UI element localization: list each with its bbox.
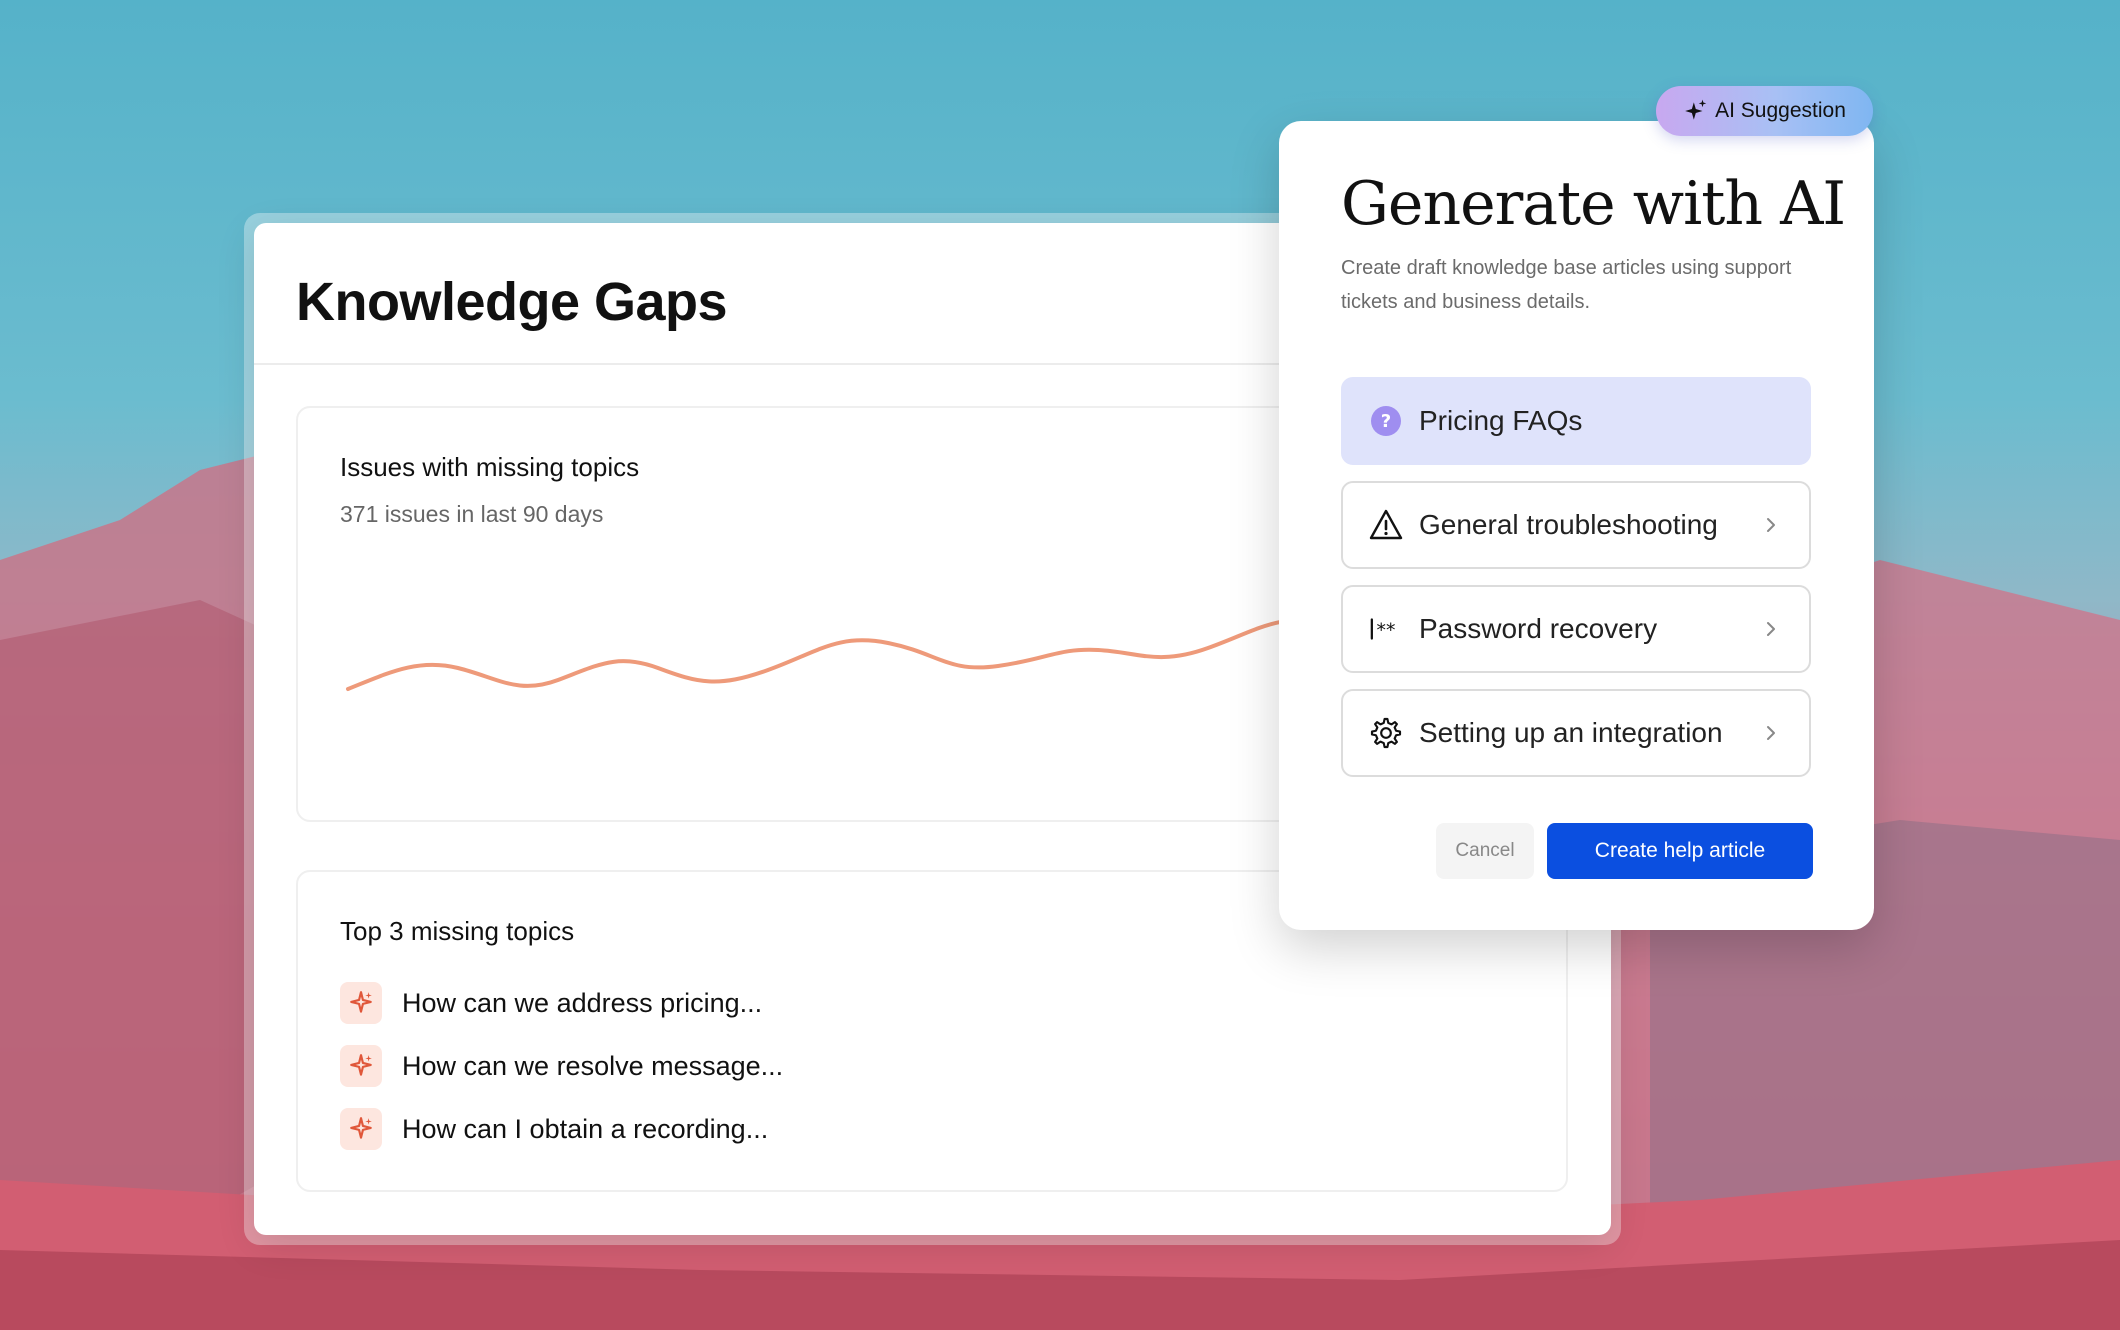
page-title: Knowledge Gaps	[296, 272, 728, 332]
chevron-right-icon	[1767, 622, 1775, 636]
sparkle-icon	[1685, 99, 1707, 120]
option-label: Pricing FAQs	[1419, 405, 1583, 436]
list-item[interactable]: How can we address pricing...	[340, 981, 762, 1025]
option-setting-up-integration[interactable]: Setting up an integration	[1341, 689, 1811, 777]
password-icon: **	[1369, 612, 1403, 646]
svg-text:**: **	[1377, 620, 1396, 642]
ai-suggestion-label: AI Suggestion	[1715, 99, 1846, 122]
list-item[interactable]: How can I obtain a recording...	[340, 1107, 768, 1151]
dialog-title: Generate with AI	[1341, 169, 1846, 239]
option-label: Password recovery	[1419, 613, 1658, 644]
question-circle-icon: ?	[1369, 404, 1403, 438]
gear-icon	[1369, 716, 1403, 750]
missing-topics-title: Top 3 missing topics	[340, 916, 575, 946]
dialog-description: Create draft knowledge base articles usi…	[1341, 257, 1792, 313]
topic-label: How can we address pricing...	[402, 987, 763, 1018]
option-label: Setting up an integration	[1419, 717, 1723, 748]
create-help-article-button[interactable]: Create help article	[1547, 823, 1813, 879]
ai-suggestion-badge: AI Suggestion	[1656, 86, 1873, 136]
cancel-button[interactable]: Cancel	[1436, 823, 1534, 879]
sparkle-icon	[340, 982, 382, 1024]
topic-label: How can I obtain a recording...	[402, 1113, 769, 1144]
option-password-recovery[interactable]: ** Password recovery	[1341, 585, 1811, 673]
chevron-right-icon	[1767, 726, 1775, 740]
chevron-right-icon	[1767, 518, 1775, 532]
svg-text:?: ?	[1381, 411, 1391, 432]
option-pricing-faqs[interactable]: ? Pricing FAQs	[1341, 377, 1811, 465]
topic-label: How can we resolve message...	[402, 1050, 784, 1081]
sparkle-icon	[340, 1108, 382, 1150]
generate-ai-dialog: Generate with AI Create draft knowledge …	[1279, 121, 1874, 930]
option-general-troubleshooting[interactable]: General troubleshooting	[1341, 481, 1811, 569]
warning-triangle-icon	[1369, 508, 1403, 542]
sparkle-icon	[340, 1045, 382, 1087]
list-item[interactable]: How can we resolve message...	[340, 1044, 783, 1088]
option-label: General troubleshooting	[1419, 509, 1718, 540]
